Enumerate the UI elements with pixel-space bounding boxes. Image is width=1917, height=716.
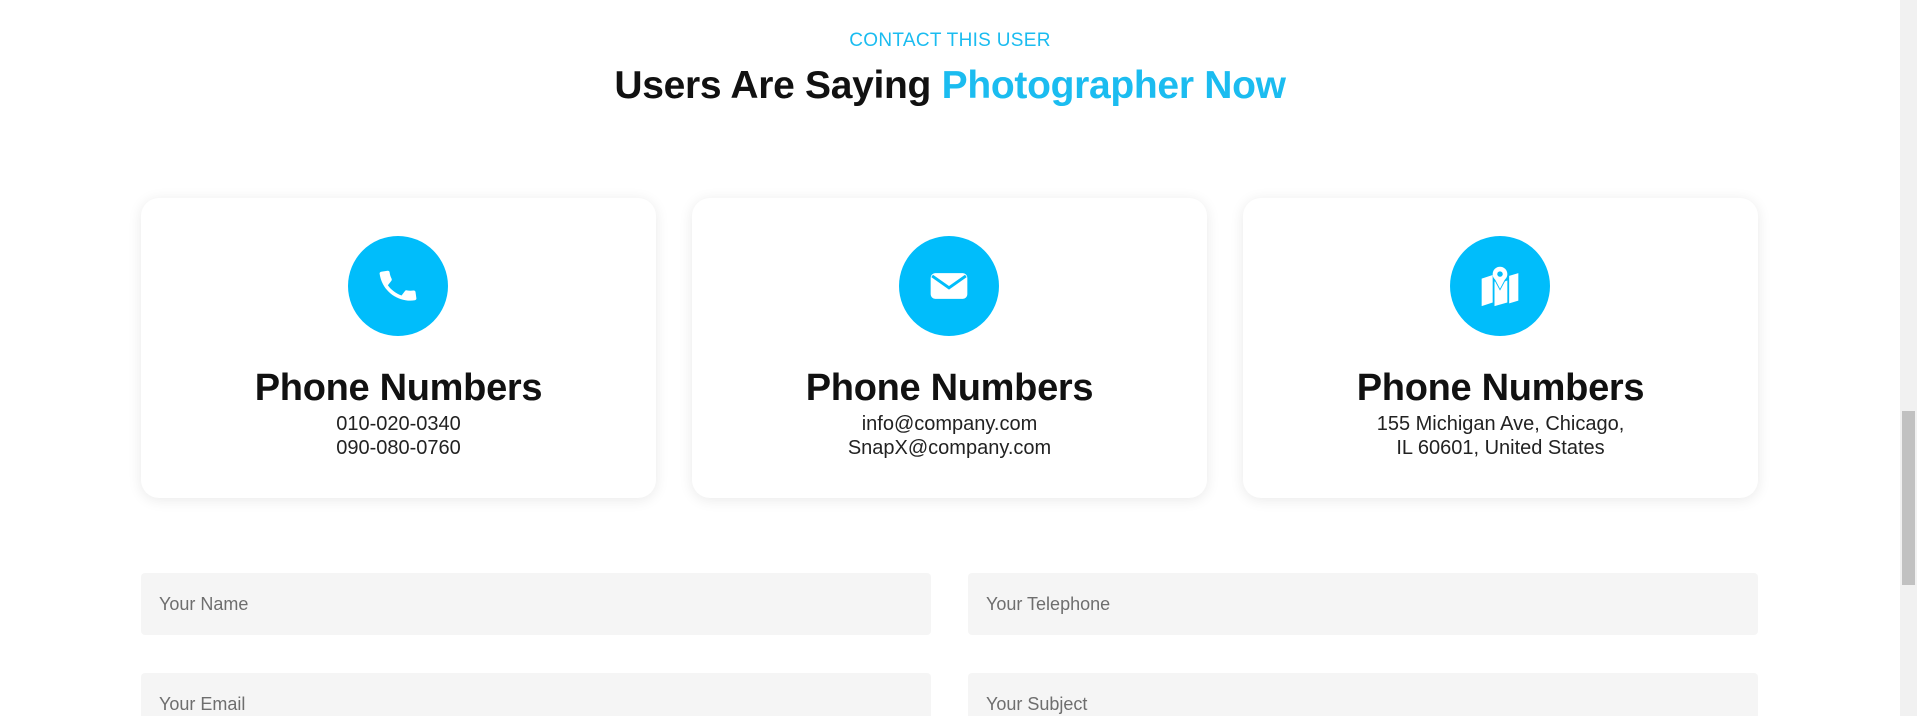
contact-card-address: Phone Numbers 155 Michigan Ave, Chicago,… — [1243, 198, 1758, 498]
card-title: Phone Numbers — [254, 367, 543, 409]
address-line-2: IL 60601, United States — [1396, 437, 1605, 459]
email-input[interactable] — [141, 673, 931, 716]
email-address-1: info@company.com — [861, 413, 1038, 435]
phone-number-1: 010-020-0340 — [336, 413, 461, 435]
section-eyebrow: CONTACT THIS USER — [849, 30, 1051, 51]
phone-icon — [348, 236, 448, 336]
page-scrollbar[interactable] — [1900, 0, 1917, 716]
address-line-1: 155 Michigan Ave, Chicago, — [1376, 413, 1625, 435]
contact-card-email: Phone Numbers info@company.com SnapX@com… — [692, 198, 1207, 498]
telephone-input[interactable] — [968, 573, 1758, 635]
email-address-2: SnapX@company.com — [847, 437, 1052, 459]
subject-field-wrapper — [968, 673, 1758, 716]
heading-main-text: Users Are Saying — [614, 64, 942, 107]
telephone-field-wrapper — [968, 573, 1758, 635]
heading-accent-text: Photographer Now — [941, 64, 1286, 107]
section-heading: Users Are Saying Photographer Now — [0, 64, 1900, 108]
email-field-wrapper — [141, 673, 931, 716]
scrollbar-thumb[interactable] — [1902, 411, 1915, 585]
envelope-icon — [899, 236, 999, 336]
phone-number-2: 090-080-0760 — [336, 437, 461, 459]
subject-input[interactable] — [968, 673, 1758, 716]
card-title: Phone Numbers — [805, 367, 1094, 409]
name-field-wrapper — [141, 573, 931, 635]
contact-section: CONTACT THIS USER Users Are Saying Photo… — [0, 0, 1917, 716]
map-pin-icon — [1450, 236, 1550, 336]
contact-card-phone: Phone Numbers 010-020-0340 090-080-0760 — [141, 198, 656, 498]
card-title: Phone Numbers — [1356, 367, 1645, 409]
name-input[interactable] — [141, 573, 931, 635]
